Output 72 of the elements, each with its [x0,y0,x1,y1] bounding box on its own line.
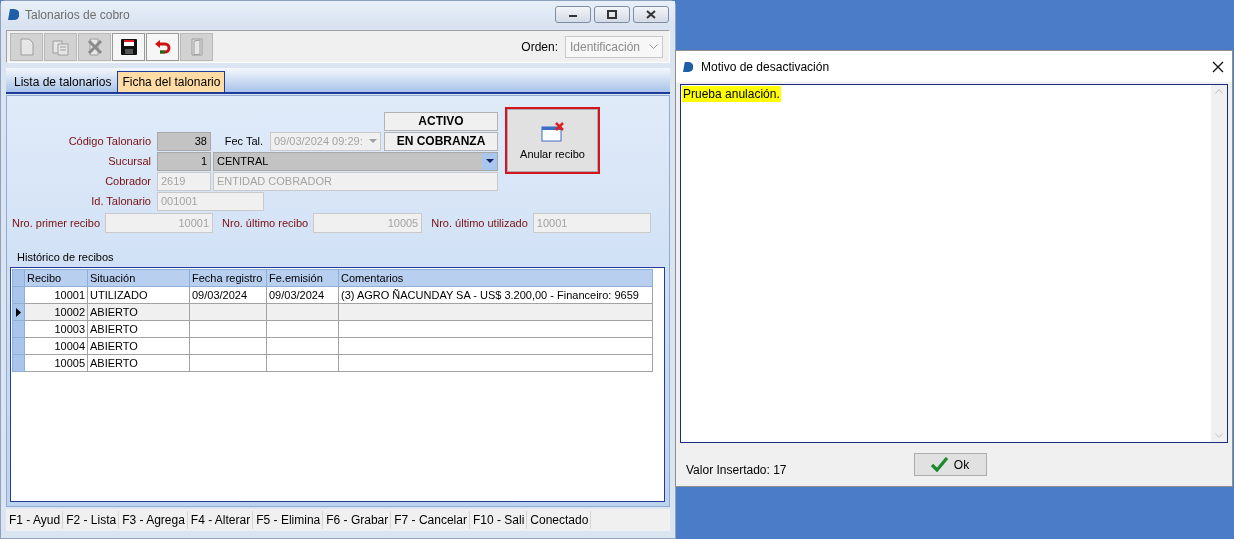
app-logo-icon [683,61,693,72]
field-label: Código Talonario [67,135,152,147]
void-receipt-button[interactable]: Anular recibo [507,109,598,172]
column-header[interactable]: Recibo [24,269,88,287]
table-cell: ABIERTO [90,340,138,352]
chevron-down-icon [649,43,658,50]
status-bar-item: F3 - Agrega [119,511,188,529]
field-label: Nro. primer recibo [12,217,101,229]
column-header[interactable]: Situación [87,269,190,287]
field-label: Fec Tal. [223,135,264,147]
tab[interactable]: Ficha del talonario [117,71,226,92]
table-cell: 10004 [54,340,85,352]
undo-arrow-icon [153,37,172,56]
table-cell: UTILIZADO [90,289,148,301]
window-title: Talonarios de cobro [25,7,131,22]
app-logo-icon [8,9,19,20]
new-page-icon [19,37,34,56]
status-bar-item: F1 - Ayud [6,511,64,529]
status-bar-item: F5 - Elimina [253,511,324,529]
table-cell: 10003 [54,323,85,335]
table-cell: 10001 [54,289,85,301]
section-title: Histórico de recibos [17,251,115,263]
status-bar-item: F4 - Alterar [187,511,254,529]
table-cell: ABIERTO [90,323,138,335]
field-label: Id. Talonario [90,195,152,207]
delete-icon [86,37,103,56]
minimize-button[interactable] [555,6,591,23]
dialog-title: Motivo de desactivación [701,59,831,74]
order-label: Orden: [521,39,558,54]
status-bar-item: Conectado [527,511,592,529]
status-bar-item: F2 - Lista [63,511,120,529]
checkmark-icon [930,457,948,472]
status-badge: EN COBRANZA [384,131,498,151]
table-cell: 09/03/2024 [192,289,248,301]
table-cell: 09/03/2024 [269,289,325,301]
toolbar-button[interactable] [112,32,145,61]
text-field[interactable]: 1 [157,151,211,171]
dropdown-button[interactable] [482,152,497,170]
reason-text-area[interactable]: Prueba anulación. [680,84,1228,443]
door-icon [190,37,203,56]
table-cell: ABIERTO [90,306,138,318]
field-label: Nro. último utilizado [431,217,528,229]
close-button[interactable] [633,6,669,23]
status-badge: ACTIVO [384,111,498,131]
maximize-icon [605,10,619,19]
table-cell: ABIERTO [90,357,138,369]
inserted-value-text: Valor Insertado: 17 [686,463,787,477]
close-icon[interactable] [1212,60,1224,73]
table-cell: 10002 [54,306,85,318]
maximize-button[interactable] [594,6,630,23]
tab[interactable]: Lista de talonarios [9,71,117,92]
status-bar-item: F7 - Cancelar [391,511,470,529]
status-bar-item: F10 - Sali [469,511,528,529]
column-header[interactable]: Fecha registro [189,269,267,287]
field-label: Nro. último recibo [222,217,309,229]
status-bar-item: F6 - Grabar [323,511,392,529]
dropdown-arrow-icon [369,139,377,143]
field-label: Sucursal [107,155,152,167]
row-pointer-icon [16,307,21,317]
ok-button[interactable]: Ok [913,453,987,476]
column-header[interactable]: Comentarios [338,269,653,287]
branch-dropdown[interactable]: CENTRAL [213,151,498,171]
copy-document-icon [51,37,70,56]
dropdown-arrow-icon [485,159,494,163]
close-icon [644,10,658,19]
window-delete-icon [540,121,565,142]
reason-text: Prueba anulación. [682,86,781,102]
table-cell: (3) AGRO ÑACUNDAY SA - US$ 3.200,00 - Financeiro: 9659 [341,289,639,301]
text-field[interactable]: 38 [157,131,211,151]
field-label: Cobrador [104,175,152,187]
column-header[interactable]: Fe.emisión [266,269,339,287]
table-cell: 10005 [54,357,85,369]
